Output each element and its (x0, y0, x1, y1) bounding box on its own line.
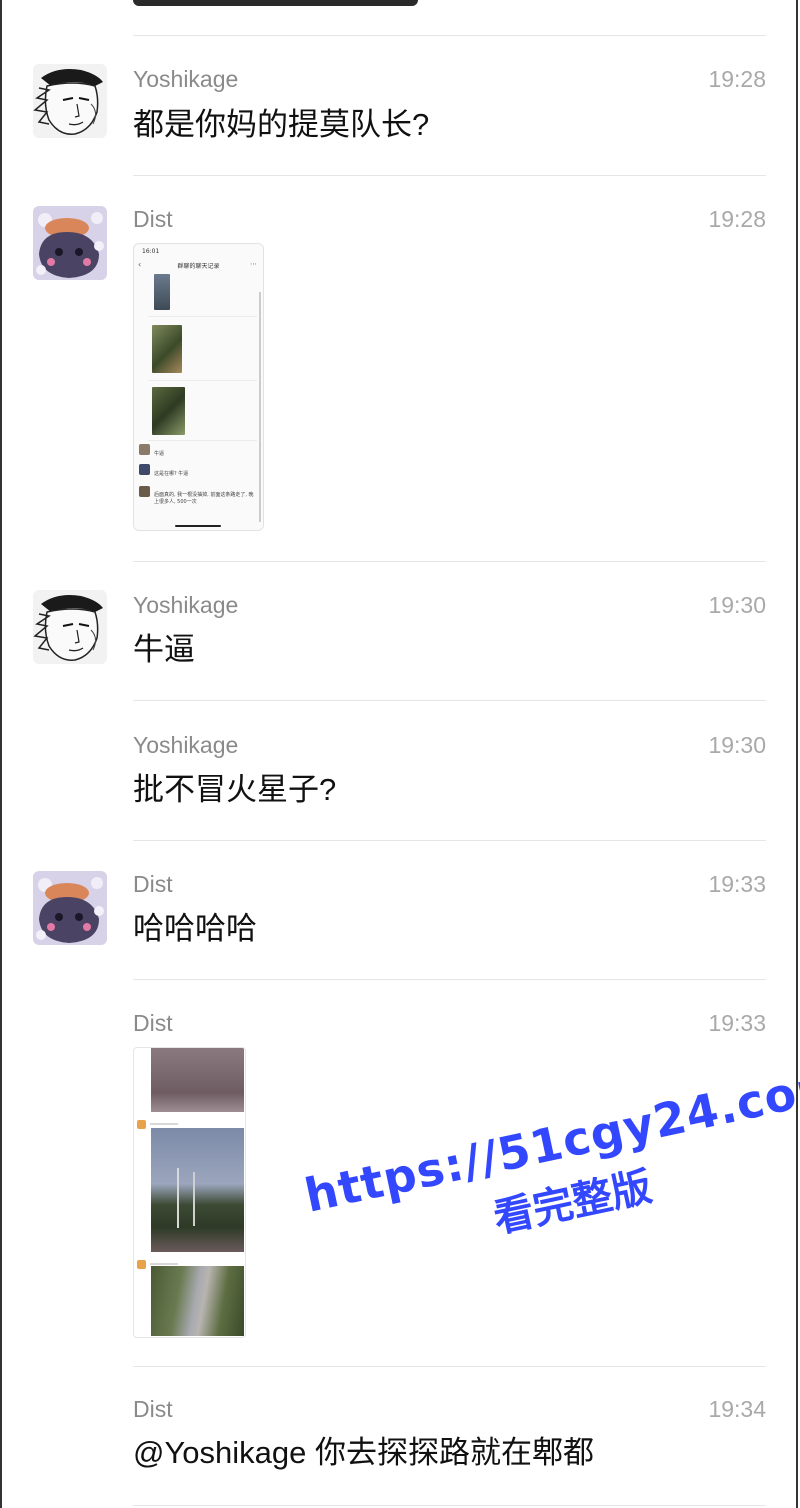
photo-pavement (151, 1048, 244, 1112)
more-icon: ⋯ (250, 260, 257, 268)
screenshot-photo (152, 387, 185, 435)
lamp-post (177, 1168, 179, 1228)
message-text: @Yoshikage 你去探探路就在郫都 (133, 1435, 595, 1470)
message-text: 批不冒火星子? (133, 772, 337, 807)
chat-history-screenshot[interactable]: 16:01 ‹ 群聊的聊天记录 ⋯ 牛逼 这是在哪? 牛逼 后面真的, 我一根没… (133, 243, 264, 531)
chat-frame (0, 0, 798, 1508)
caption-line (150, 1263, 178, 1265)
message-divider (133, 175, 766, 176)
mini-avatar (139, 444, 150, 455)
sender-name[interactable]: Dist (133, 1396, 173, 1422)
avatar-yoshikage[interactable] (33, 64, 107, 138)
lamp-post (193, 1172, 195, 1226)
message-text: 哈哈哈哈 (133, 911, 257, 946)
screenshot-reply: 后面真的, 我一根没抽掉, 前面这条路走了, 晚上很多人, 500一次 (154, 492, 254, 505)
message-divider (133, 979, 766, 980)
mini-avatar (139, 464, 150, 475)
screenshot-status-time: 16:01 (142, 248, 160, 255)
message-time: 19:28 (708, 206, 766, 232)
message-text: 都是你妈的提莫队长? (133, 107, 430, 142)
mini-avatar (139, 486, 150, 497)
message-time: 19:33 (708, 1010, 766, 1036)
avatar-dist[interactable] (33, 871, 107, 945)
message-divider (133, 700, 766, 701)
message-time: 19:34 (708, 1396, 766, 1422)
mini-avatar (137, 1260, 146, 1269)
message-divider (133, 840, 766, 841)
mini-avatar (137, 1120, 146, 1129)
message-divider (133, 35, 766, 36)
previous-image-bottom[interactable] (133, 0, 418, 6)
message-time: 19:30 (708, 732, 766, 758)
manga-face-icon (33, 590, 107, 664)
screenshot-divider (148, 380, 257, 381)
sender-name[interactable]: Dist (133, 871, 173, 897)
message-text: 牛逼 (133, 632, 195, 667)
message-time: 19:30 (708, 592, 766, 618)
photo-collage[interactable] (133, 1047, 246, 1338)
message-time: 19:28 (708, 66, 766, 92)
avatar-yoshikage[interactable] (33, 590, 107, 664)
cartoon-avatar-icon (33, 206, 107, 280)
photo-trail (151, 1266, 244, 1336)
sender-name[interactable]: Yoshikage (133, 592, 238, 618)
screenshot-photo (152, 325, 182, 373)
avatar-dist[interactable] (33, 206, 107, 280)
screenshot-reply: 这是在哪? 牛逼 (154, 471, 189, 477)
sender-name[interactable]: Yoshikage (133, 66, 238, 92)
screenshot-scrollbar (259, 292, 261, 522)
screenshot-title: 群聊的聊天记录 (177, 263, 220, 270)
message-divider (133, 561, 766, 562)
message-time: 19:33 (708, 871, 766, 897)
screenshot-reply: 牛逼 (154, 451, 165, 457)
screenshot-divider (148, 316, 257, 317)
sender-name[interactable]: Dist (133, 206, 173, 232)
screenshot-photo (154, 274, 170, 310)
manga-face-icon (33, 64, 107, 138)
screenshot-divider (148, 440, 257, 441)
message-divider (133, 1505, 766, 1506)
caption-line (150, 1123, 178, 1125)
photo-park-path (151, 1128, 244, 1252)
message-divider (133, 1366, 766, 1367)
sender-name[interactable]: Yoshikage (133, 732, 238, 758)
home-indicator (175, 525, 221, 527)
cartoon-avatar-icon (33, 871, 107, 945)
sender-name[interactable]: Dist (133, 1010, 173, 1036)
